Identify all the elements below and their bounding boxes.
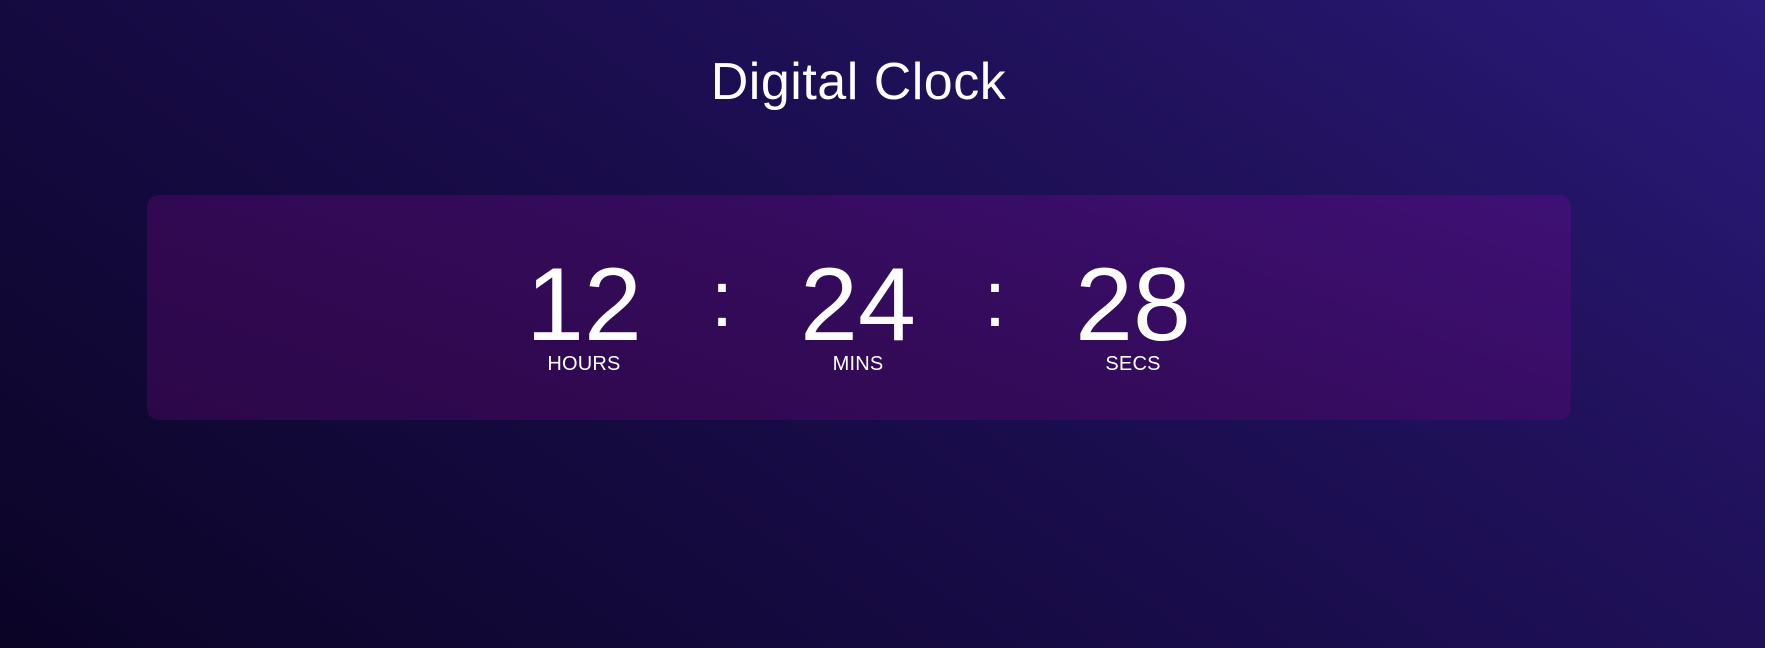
seconds-unit: 28 SECS [1053,247,1213,376]
minutes-value: 24 [800,247,916,363]
time-separator: : [983,254,1007,343]
minutes-unit: 24 MINS [778,247,938,376]
hours-unit: 12 HOURS [504,247,664,376]
hours-value: 12 [526,247,642,363]
clock-panel: 12 HOURS : 24 MINS : 28 SECS [147,195,1571,420]
page-title: Digital Clock [710,53,1007,111]
time-separator: : [710,254,734,343]
seconds-value: 28 [1075,247,1191,363]
